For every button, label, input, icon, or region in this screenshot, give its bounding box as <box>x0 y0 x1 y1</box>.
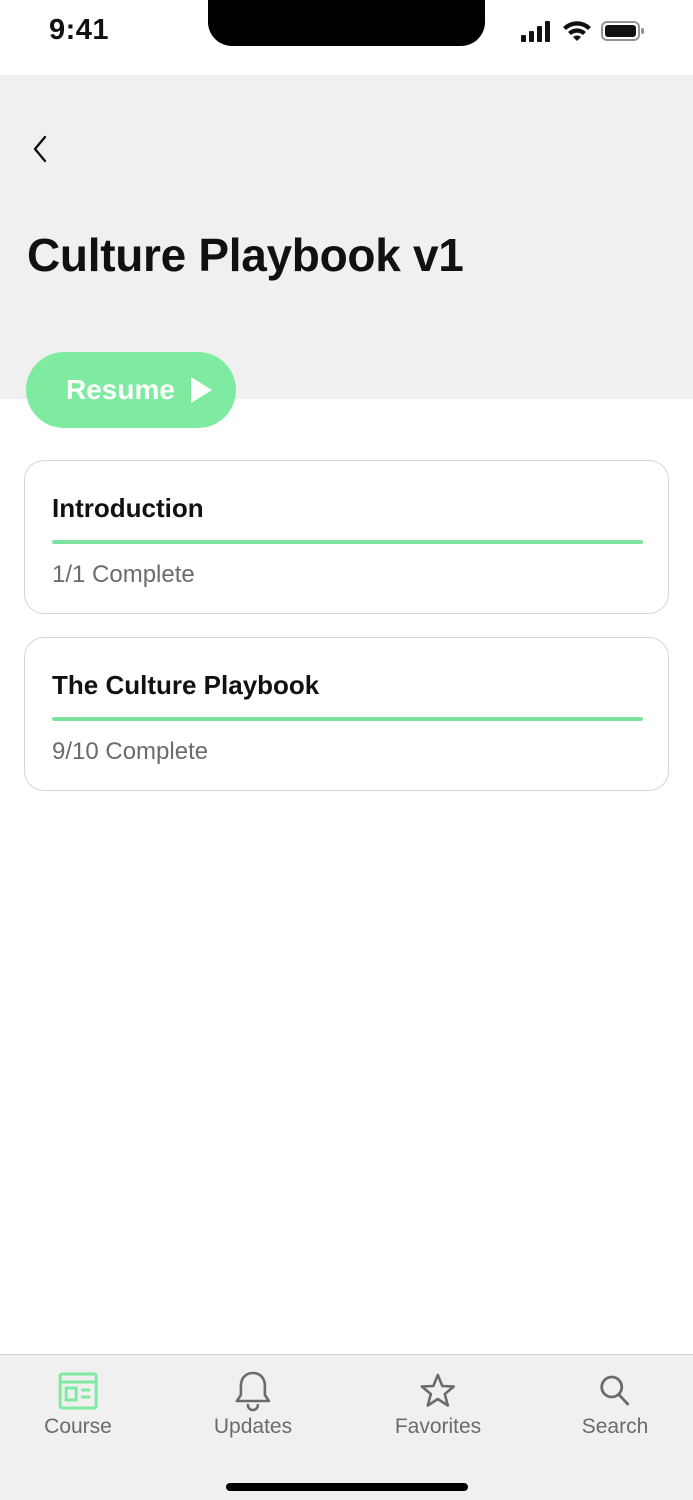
page-title: Culture Playbook v1 <box>27 229 464 281</box>
play-icon <box>190 377 212 403</box>
tab-label: Updates <box>213 1415 293 1438</box>
chevron-left-icon <box>30 134 50 169</box>
module-list: Introduction 1/1 Complete The Culture Pl… <box>24 460 669 814</box>
module-progress-bar <box>52 540 643 544</box>
module-progress-fill <box>52 540 643 544</box>
tab-search[interactable]: Search <box>581 1369 649 1439</box>
tab-course[interactable]: Course <box>44 1369 112 1439</box>
module-title: The Culture Playbook <box>52 670 320 700</box>
tab-favorites[interactable]: Favorites <box>395 1369 481 1439</box>
tab-label: Search <box>581 1415 649 1438</box>
search-icon <box>593 1369 637 1413</box>
device-notch <box>208 0 485 46</box>
module-title: Introduction <box>52 493 204 523</box>
course-icon <box>56 1369 100 1413</box>
status-icons <box>521 20 645 46</box>
module-card-culture-playbook[interactable]: The Culture Playbook 9/10 Complete <box>24 637 669 791</box>
tab-label: Course <box>44 1415 112 1438</box>
bottom-tab-bar: Course Updates Favorites Search <box>0 1354 693 1500</box>
wifi-icon <box>562 20 592 47</box>
battery-icon <box>601 20 645 47</box>
cellular-signal-icon <box>521 20 553 47</box>
resume-label: Resume <box>66 374 175 405</box>
back-button[interactable] <box>22 133 58 169</box>
module-status: 1/1 Complete <box>52 561 195 588</box>
home-indicator <box>226 1483 468 1491</box>
module-status: 9/10 Complete <box>52 738 209 765</box>
module-card-introduction[interactable]: Introduction 1/1 Complete <box>24 460 669 614</box>
resume-button[interactable]: Resume <box>26 352 236 428</box>
course-header: Culture Playbook v1 <box>0 75 693 399</box>
bell-icon <box>231 1369 275 1413</box>
tab-updates[interactable]: Updates <box>214 1369 292 1439</box>
module-progress-fill <box>52 717 643 721</box>
tab-label: Favorites <box>394 1415 482 1438</box>
status-bar: 9:41 <box>0 0 693 75</box>
status-time: 9:41 <box>49 14 110 46</box>
module-progress-bar <box>52 717 643 721</box>
star-icon <box>416 1369 460 1413</box>
